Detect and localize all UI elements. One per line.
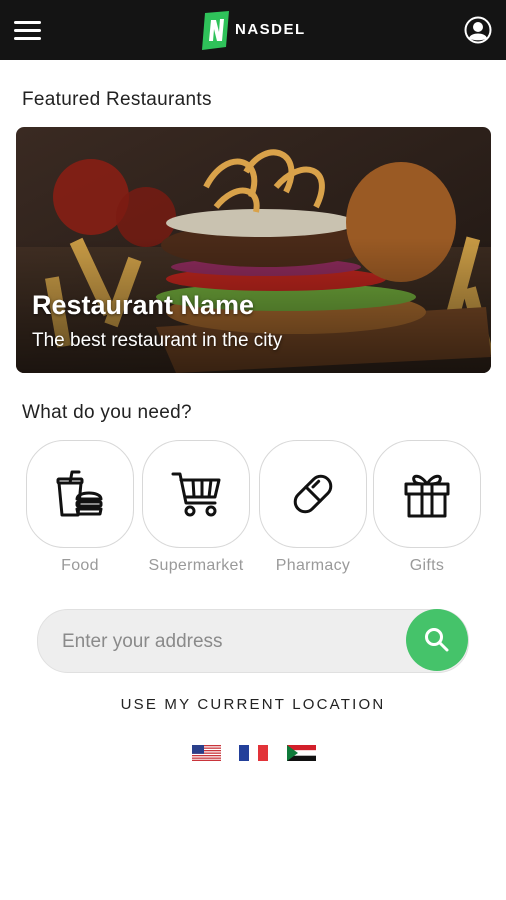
hamburger-menu-icon[interactable] bbox=[14, 20, 42, 42]
featured-section-title: Featured Restaurants bbox=[22, 89, 212, 110]
address-input[interactable] bbox=[60, 625, 394, 659]
featured-restaurant-card[interactable]: Restaurant Name The best restaurant in t… bbox=[16, 127, 491, 373]
app-name: NASDEL bbox=[235, 21, 306, 38]
user-profile-icon[interactable] bbox=[464, 16, 492, 44]
address-search-bar bbox=[37, 609, 469, 673]
category-food[interactable]: Food bbox=[26, 440, 134, 580]
category-supermarket[interactable]: Supermarket bbox=[142, 440, 250, 580]
sudan-flag-icon[interactable] bbox=[287, 745, 316, 761]
categories-section-title: What do you need? bbox=[22, 402, 192, 423]
use-current-location-link[interactable]: USE MY CURRENT LOCATION bbox=[0, 696, 506, 713]
france-flag-icon[interactable] bbox=[239, 745, 268, 761]
category-food-button[interactable] bbox=[26, 440, 134, 548]
category-pharmacy[interactable]: Pharmacy bbox=[259, 440, 367, 580]
category-gifts[interactable]: Gifts bbox=[373, 440, 481, 580]
restaurant-name: Restaurant Name bbox=[32, 290, 255, 320]
us-flag-icon[interactable] bbox=[192, 745, 221, 761]
category-pharmacy-button[interactable] bbox=[259, 440, 367, 548]
category-gifts-button[interactable] bbox=[373, 440, 481, 548]
category-gifts-label: Gifts bbox=[409, 557, 445, 574]
food-icon bbox=[56, 470, 103, 517]
shopping-cart-icon bbox=[171, 472, 221, 517]
search-button[interactable] bbox=[406, 609, 468, 671]
category-supermarket-button[interactable] bbox=[142, 440, 250, 548]
search-icon bbox=[425, 628, 449, 652]
restaurant-tagline: The best restaurant in the city bbox=[32, 330, 283, 351]
pill-icon bbox=[293, 474, 333, 514]
top-app-bar: NASDEL bbox=[0, 0, 506, 60]
nasdel-logo-icon bbox=[202, 11, 229, 50]
gift-icon bbox=[404, 474, 450, 518]
